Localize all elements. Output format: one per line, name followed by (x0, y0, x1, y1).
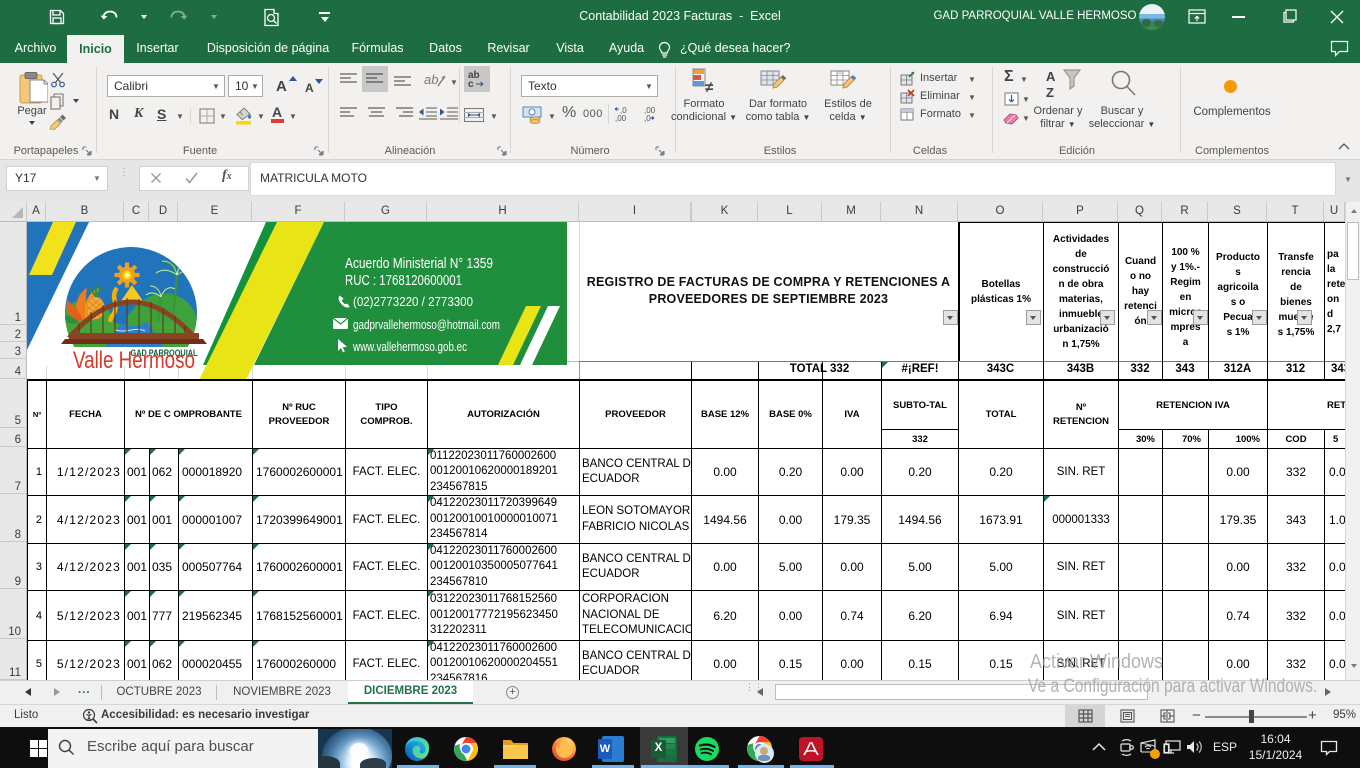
svg-text:Valle Hermoso: Valle Hermoso (73, 347, 195, 374)
svg-text:RUC : 1768120600001: RUC : 1768120600001 (345, 273, 462, 289)
svg-text:c: c (468, 79, 474, 89)
svg-text:(02)2773220 / 2773300: (02)2773220 / 2773300 (353, 295, 473, 309)
svg-text:≠: ≠ (705, 79, 714, 94)
svg-text:www.vallehermoso.gob.ec: www.vallehermoso.gob.ec (352, 340, 467, 354)
svg-text:A: A (1046, 69, 1056, 84)
svg-text:ab: ab (424, 72, 438, 87)
svg-text:Acuerdo Ministerial N° 1359: Acuerdo Ministerial N° 1359 (345, 256, 493, 272)
svg-text:gadprvallehermoso@hotmail.com: gadprvallehermoso@hotmail.com (353, 318, 500, 332)
svg-text:,00: ,00 (615, 114, 627, 123)
svg-text:Z: Z (1046, 85, 1054, 100)
